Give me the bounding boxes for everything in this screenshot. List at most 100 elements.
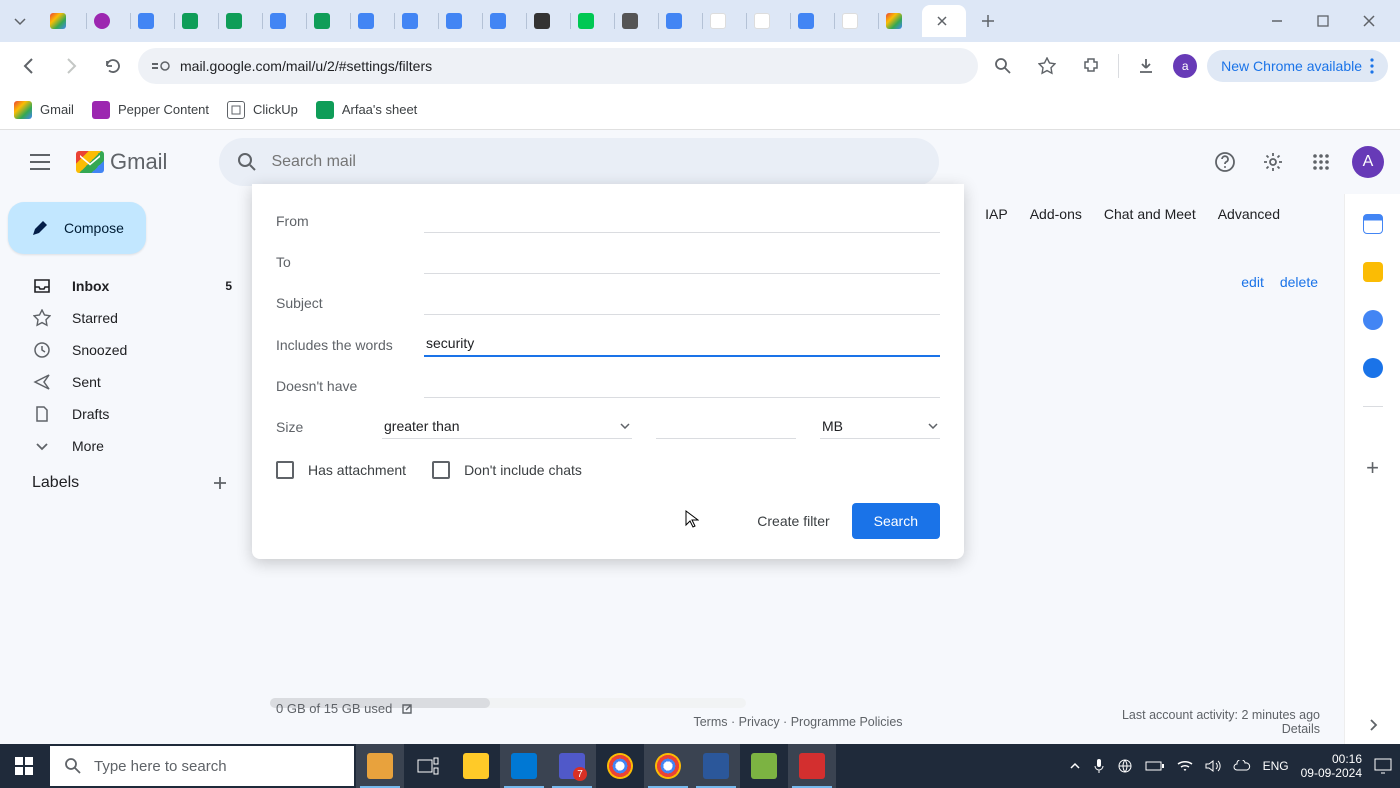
- extensions-icon[interactable]: [1074, 49, 1108, 83]
- tray-notifications-icon[interactable]: [1374, 758, 1392, 774]
- tray-mic-icon[interactable]: [1093, 758, 1105, 774]
- nav-sent[interactable]: Sent: [8, 366, 248, 398]
- compose-button[interactable]: Compose: [8, 202, 146, 254]
- tray-globe-icon[interactable]: [1117, 758, 1133, 774]
- privacy-link[interactable]: Privacy: [739, 715, 780, 729]
- get-addons-icon[interactable]: +: [1366, 455, 1379, 481]
- tab-chat-meet[interactable]: Chat and Meet: [1104, 206, 1196, 222]
- browser-tab[interactable]: [350, 5, 394, 37]
- nav-inbox[interactable]: Inbox 5: [8, 270, 248, 302]
- tasks-icon[interactable]: [1363, 310, 1383, 330]
- chrome-profile-avatar[interactable]: a: [1173, 54, 1197, 78]
- tab-advanced[interactable]: Advanced: [1218, 206, 1280, 222]
- filter-doesnt-have-input[interactable]: [424, 373, 940, 398]
- add-label-icon[interactable]: [212, 475, 228, 491]
- zoom-icon[interactable]: [986, 49, 1020, 83]
- forward-button[interactable]: [54, 49, 88, 83]
- start-button[interactable]: [0, 744, 48, 788]
- search-mail-bar[interactable]: [219, 138, 939, 186]
- browser-tab[interactable]: [526, 5, 570, 37]
- back-button[interactable]: [12, 49, 46, 83]
- browser-tab[interactable]: [614, 5, 658, 37]
- browser-tab[interactable]: [174, 5, 218, 37]
- browser-tab[interactable]: [570, 5, 614, 37]
- taskbar-teams[interactable]: 7: [548, 744, 596, 788]
- taskbar-app-green[interactable]: [740, 744, 788, 788]
- browser-tab[interactable]: [42, 5, 86, 37]
- kebab-menu-icon[interactable]: [1370, 58, 1374, 74]
- tab-addons[interactable]: Add-ons: [1030, 206, 1082, 222]
- nav-snoozed[interactable]: Snoozed: [8, 334, 248, 366]
- taskbar-briefcase[interactable]: [356, 744, 404, 788]
- has-attachment-checkbox[interactable]: Has attachment: [276, 461, 406, 479]
- taskbar-chrome-2[interactable]: [644, 744, 692, 788]
- search-button[interactable]: Search: [852, 503, 940, 539]
- taskbar-search[interactable]: Type here to search: [50, 746, 354, 786]
- account-avatar[interactable]: A: [1352, 146, 1384, 178]
- site-info-icon[interactable]: [152, 59, 170, 73]
- contacts-icon[interactable]: [1363, 358, 1383, 378]
- nav-drafts[interactable]: Drafts: [8, 398, 248, 430]
- filter-delete-link[interactable]: delete: [1280, 274, 1318, 290]
- gmail-logo[interactable]: Gmail: [76, 149, 167, 175]
- reload-button[interactable]: [96, 49, 130, 83]
- close-tab-icon[interactable]: [936, 15, 948, 27]
- filter-size-value-input[interactable]: [656, 414, 796, 439]
- search-mail-input[interactable]: [271, 153, 921, 171]
- calendar-icon[interactable]: [1363, 214, 1383, 234]
- filter-size-operator-select[interactable]: greater than: [382, 414, 632, 439]
- taskbar-outlook[interactable]: [500, 744, 548, 788]
- browser-tab[interactable]: [218, 5, 262, 37]
- bookmark-arfaa[interactable]: Arfaa's sheet: [316, 101, 417, 119]
- tray-language[interactable]: ENG: [1263, 759, 1289, 773]
- minimize-button[interactable]: [1254, 5, 1300, 37]
- main-menu-icon[interactable]: [16, 153, 64, 171]
- nav-more[interactable]: More: [8, 430, 248, 462]
- browser-tab[interactable]: [394, 5, 438, 37]
- filter-includes-input[interactable]: [424, 331, 940, 357]
- taskbar-word[interactable]: [692, 744, 740, 788]
- new-tab-button[interactable]: [974, 7, 1002, 35]
- policies-link[interactable]: Programme Policies: [791, 715, 903, 729]
- browser-tab[interactable]: [834, 5, 878, 37]
- create-filter-button[interactable]: Create filter: [757, 513, 829, 529]
- bookmark-pepper[interactable]: Pepper Content: [92, 101, 209, 119]
- google-apps-icon[interactable]: [1304, 145, 1338, 179]
- browser-tab[interactable]: [306, 5, 350, 37]
- downloads-icon[interactable]: [1129, 49, 1163, 83]
- tray-volume-icon[interactable]: [1205, 759, 1221, 773]
- filter-edit-link[interactable]: edit: [1241, 274, 1264, 290]
- bookmark-gmail[interactable]: Gmail: [14, 101, 74, 119]
- browser-tab-active[interactable]: [922, 5, 966, 37]
- filter-from-input[interactable]: [424, 208, 940, 233]
- tray-wifi-icon[interactable]: [1177, 759, 1193, 773]
- tray-onedrive-icon[interactable]: [1233, 760, 1251, 772]
- browser-tab[interactable]: [86, 5, 130, 37]
- maximize-button[interactable]: [1300, 5, 1346, 37]
- taskbar-explorer[interactable]: [452, 744, 500, 788]
- taskbar-task-view[interactable]: [404, 744, 452, 788]
- browser-tab[interactable]: [658, 5, 702, 37]
- filter-to-input[interactable]: [424, 249, 940, 274]
- browser-tab[interactable]: [746, 5, 790, 37]
- taskbar-chrome[interactable]: [596, 744, 644, 788]
- support-icon[interactable]: [1208, 145, 1242, 179]
- details-link[interactable]: Details: [1122, 722, 1320, 736]
- keep-icon[interactable]: [1363, 262, 1383, 282]
- hide-panel-icon[interactable]: [1366, 718, 1380, 732]
- tray-overflow-icon[interactable]: [1069, 760, 1081, 772]
- dont-include-chats-checkbox[interactable]: Don't include chats: [432, 461, 582, 479]
- browser-tab[interactable]: [878, 5, 922, 37]
- address-bar[interactable]: mail.google.com/mail/u/2/#settings/filte…: [138, 48, 978, 84]
- bookmark-star-icon[interactable]: [1030, 49, 1064, 83]
- tab-imap[interactable]: IAP: [985, 206, 1008, 222]
- tab-search-icon[interactable]: [8, 9, 32, 33]
- tray-battery-icon[interactable]: [1145, 760, 1165, 772]
- nav-starred[interactable]: Starred: [8, 302, 248, 334]
- filter-size-unit-select[interactable]: MB: [820, 414, 940, 439]
- browser-tab[interactable]: [482, 5, 526, 37]
- tray-clock[interactable]: 00:16 09-09-2024: [1301, 752, 1362, 781]
- chrome-update-pill[interactable]: New Chrome available: [1207, 50, 1388, 82]
- browser-tab[interactable]: [702, 5, 746, 37]
- close-window-button[interactable]: [1346, 5, 1392, 37]
